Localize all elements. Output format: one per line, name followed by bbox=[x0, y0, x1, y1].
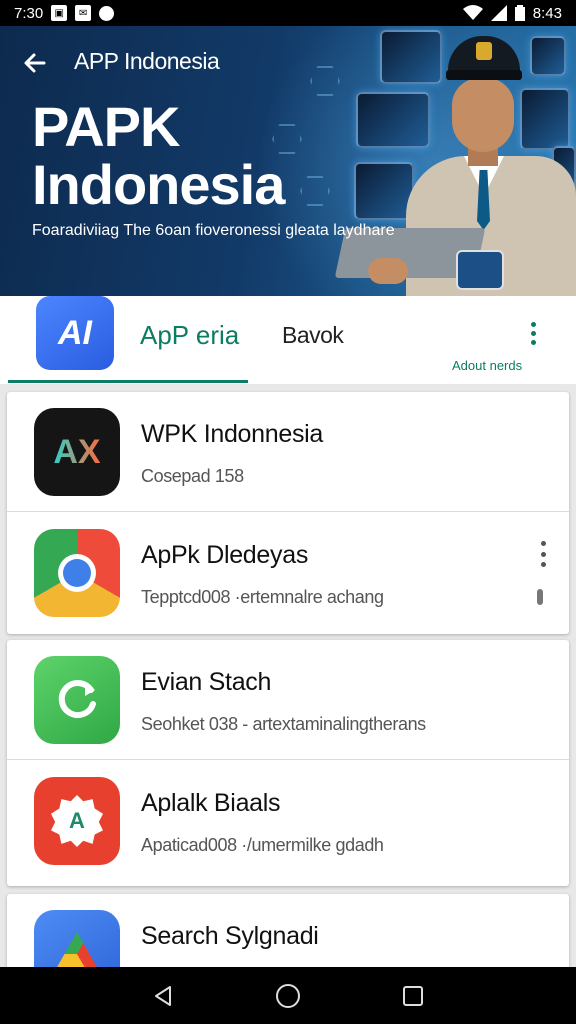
back-arrow-icon bbox=[24, 53, 46, 73]
status-clock: 8:43 bbox=[532, 4, 562, 22]
back-button[interactable] bbox=[20, 48, 50, 78]
back-triangle-icon bbox=[154, 985, 171, 1006]
app-subtitle: Cosepad 158 bbox=[141, 466, 244, 486]
status-time: 7:30 bbox=[14, 4, 44, 22]
signal-icon bbox=[490, 5, 507, 21]
battery-icon bbox=[514, 5, 525, 21]
apk-logo-icon: AX bbox=[34, 408, 120, 496]
status-left: 7:30 ▣ ✉ bbox=[14, 4, 115, 22]
app-title: Search Sylgnadi bbox=[141, 922, 319, 950]
about-link[interactable]: Adout nerds bbox=[452, 358, 522, 373]
chat-icon bbox=[99, 5, 115, 21]
tab-indicator bbox=[8, 380, 248, 383]
divider bbox=[7, 759, 569, 760]
chrome-style-icon bbox=[34, 529, 120, 617]
recents-square-icon bbox=[403, 985, 424, 1006]
notification-icon: ✉ bbox=[75, 5, 92, 21]
officer-illustration bbox=[334, 32, 576, 296]
divider bbox=[7, 511, 569, 512]
drag-handle[interactable] bbox=[537, 589, 543, 605]
app-subtitle: Tepptcd008 ·ertemnalre achang bbox=[141, 587, 384, 607]
wifi-icon bbox=[462, 5, 483, 20]
row-overflow-button[interactable] bbox=[535, 541, 551, 567]
more-vert-icon bbox=[530, 321, 536, 327]
system-nav-bar bbox=[0, 967, 576, 1024]
app-subtitle: Seohket 038 - artextaminalingtherans bbox=[141, 714, 426, 734]
list-item[interactable]: ApPk Dledeyas Tepptcd008 ·ertemnalre ach… bbox=[7, 513, 569, 633]
refresh-icon bbox=[34, 656, 120, 744]
hero-subtitle: Foaradiviiag The 6oan fioveronessi gleat… bbox=[32, 222, 395, 239]
app-title: Aplalk Biaals bbox=[141, 789, 281, 817]
featured-app-icon[interactable]: AI bbox=[36, 296, 114, 370]
badge-a-icon: A bbox=[34, 777, 120, 865]
app-bar-title: APP Indonesia bbox=[74, 48, 220, 74]
list-item[interactable]: A Aplalk Biaals Apaticad008 ·/umermilke … bbox=[7, 761, 569, 881]
more-vert-icon bbox=[540, 541, 546, 546]
app-card: Evian Stach Seohket 038 - artextaminalin… bbox=[7, 640, 569, 886]
hero-title-line1: PAPK bbox=[32, 95, 180, 158]
app-subtitle: Apaticad008 ·/umermilke gdadh bbox=[141, 835, 384, 855]
gallery-icon: ▣ bbox=[51, 5, 68, 21]
hero-title: PAPK Indonesia bbox=[32, 95, 285, 216]
featured-panel: AI ApP eria Bavok Adout nerds bbox=[0, 296, 576, 384]
app-title: WPK Indonnesia bbox=[141, 420, 324, 448]
hero-title-line2: Indonesia bbox=[32, 153, 285, 216]
status-right: 8:43 bbox=[462, 4, 562, 22]
tab-app-eria[interactable]: ApP eria bbox=[140, 320, 239, 351]
status-bar: 7:30 ▣ ✉ 8:43 bbox=[0, 0, 576, 26]
app-card: AX WPK Indonnesia Cosepad 158 ApPk Dlede… bbox=[7, 392, 569, 634]
nav-home-button[interactable] bbox=[268, 976, 308, 1016]
hero-banner: APP Indonesia PAPK Indonesia Foaradiviia… bbox=[0, 26, 576, 296]
nav-back-button[interactable] bbox=[143, 976, 183, 1016]
home-circle-icon bbox=[275, 983, 300, 1008]
tab-bavok[interactable]: Bavok bbox=[282, 322, 344, 349]
overflow-menu-button[interactable] bbox=[518, 318, 548, 348]
list-item[interactable]: Evian Stach Seohket 038 - artextaminalin… bbox=[7, 640, 569, 760]
list-item[interactable]: AX WPK Indonnesia Cosepad 158 bbox=[7, 392, 569, 512]
app-title: ApPk Dledeyas bbox=[141, 541, 309, 569]
nav-recents-button[interactable] bbox=[393, 976, 433, 1016]
app-title: Evian Stach bbox=[141, 668, 272, 696]
